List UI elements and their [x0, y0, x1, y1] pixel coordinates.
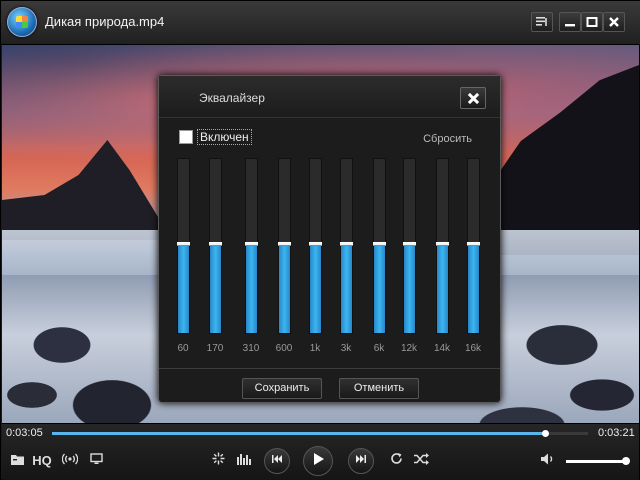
play-button[interactable] — [303, 446, 333, 476]
previous-button[interactable] — [264, 448, 290, 474]
equalizer-band-170[interactable] — [209, 158, 222, 334]
equalizer-band-310[interactable] — [245, 158, 258, 334]
player-window: Дикая природа.mp4 Эквалайзер Включен Сбр… — [0, 0, 640, 480]
equalizer-band-knob[interactable] — [309, 242, 322, 246]
equalizer-band-label: 3k — [340, 343, 352, 354]
equalizer-title: Эквалайзер — [199, 91, 265, 105]
equalizer-band-knob[interactable] — [340, 242, 353, 246]
equalizer-band-knob[interactable] — [177, 242, 190, 246]
equalizer-header[interactable]: Эквалайзер — [159, 76, 500, 118]
equalizer-band-label: 12k — [400, 343, 418, 354]
equalizer-band-fill — [404, 246, 415, 333]
window-title: Дикая природа.mp4 — [45, 14, 165, 29]
equalizer-band-knob[interactable] — [403, 242, 416, 246]
equalizer-band-fill — [178, 246, 189, 333]
equalizer-band-600[interactable] — [278, 158, 291, 334]
equalizer-dialog: Эквалайзер Включен Сбросить 60 170 310 600 1… — [158, 75, 501, 403]
broadcast-icon[interactable] — [60, 450, 80, 472]
effects-icon[interactable] — [208, 450, 228, 472]
control-bar: 0:03:05 0:03:21 HQ — [2, 423, 639, 480]
equalizer-band-fill — [341, 246, 352, 333]
equalizer-enabled-label[interactable]: Включен — [197, 129, 252, 145]
cancel-button[interactable]: Отменить — [339, 378, 419, 399]
equalizer-band-fill — [468, 246, 479, 333]
open-folder-icon[interactable] — [8, 450, 26, 472]
equalizer-band-6k[interactable] — [373, 158, 386, 334]
seek-progress — [52, 432, 546, 435]
equalizer-band-fill — [374, 246, 385, 333]
equalizer-band-knob[interactable] — [278, 242, 291, 246]
title-bar[interactable]: Дикая природа.mp4 — [1, 1, 640, 45]
maximize-icon[interactable] — [581, 12, 603, 32]
equalizer-band-fill — [437, 246, 448, 333]
equalizer-band-label: 1k — [309, 343, 321, 354]
playlist-icon[interactable] — [531, 12, 553, 32]
equalizer-band-label: 600 — [275, 343, 293, 354]
equalizer-band-fill — [210, 246, 221, 333]
equalizer-band-label: 16k — [464, 343, 482, 354]
volume-icon[interactable] — [538, 450, 558, 472]
seek-bar[interactable] — [52, 430, 588, 437]
equalizer-band-knob[interactable] — [436, 242, 449, 246]
shuffle-icon[interactable] — [410, 450, 432, 472]
equalizer-band-60[interactable] — [177, 158, 190, 334]
equalizer-band-3k[interactable] — [340, 158, 353, 334]
equalizer-band-knob[interactable] — [245, 242, 258, 246]
equalizer-band-knob[interactable] — [373, 242, 386, 246]
equalizer-footer: Сохранить Отменить — [159, 368, 500, 404]
next-button[interactable] — [348, 448, 374, 474]
equalizer-close-button[interactable] — [460, 87, 486, 109]
app-logo[interactable] — [7, 7, 37, 37]
equalizer-band-12k[interactable] — [403, 158, 416, 334]
screen-icon[interactable] — [86, 450, 106, 472]
volume-thumb[interactable] — [622, 457, 630, 465]
equalizer-band-fill — [279, 246, 290, 333]
hq-button[interactable]: HQ — [30, 450, 54, 472]
equalizer-band-16k[interactable] — [467, 158, 480, 334]
equalizer-band-fill — [246, 246, 257, 333]
minimize-icon[interactable] — [559, 12, 581, 32]
equalizer-band-fill — [310, 246, 321, 333]
equalizer-reset-link[interactable]: Сбросить — [423, 133, 472, 145]
repeat-icon[interactable] — [386, 450, 406, 472]
equalizer-band-label: 310 — [242, 343, 260, 354]
equalizer-band-knob[interactable] — [209, 242, 222, 246]
save-button[interactable]: Сохранить — [242, 378, 322, 399]
equalizer-band-label: 6k — [373, 343, 385, 354]
current-time: 0:03:05 — [6, 427, 43, 439]
equalizer-band-label: 14k — [433, 343, 451, 354]
seek-thumb[interactable] — [542, 430, 550, 437]
equalizer-enabled-checkbox[interactable] — [179, 130, 193, 144]
total-time: 0:03:21 — [598, 427, 635, 439]
equalizer-band-label: 60 — [177, 343, 189, 354]
equalizer-band-1k[interactable] — [309, 158, 322, 334]
equalizer-icon[interactable] — [234, 450, 254, 472]
equalizer-band-label: 170 — [206, 343, 224, 354]
equalizer-band-knob[interactable] — [467, 242, 480, 246]
volume-slider[interactable] — [566, 457, 630, 465]
close-icon[interactable] — [603, 12, 625, 32]
equalizer-band-14k[interactable] — [436, 158, 449, 334]
